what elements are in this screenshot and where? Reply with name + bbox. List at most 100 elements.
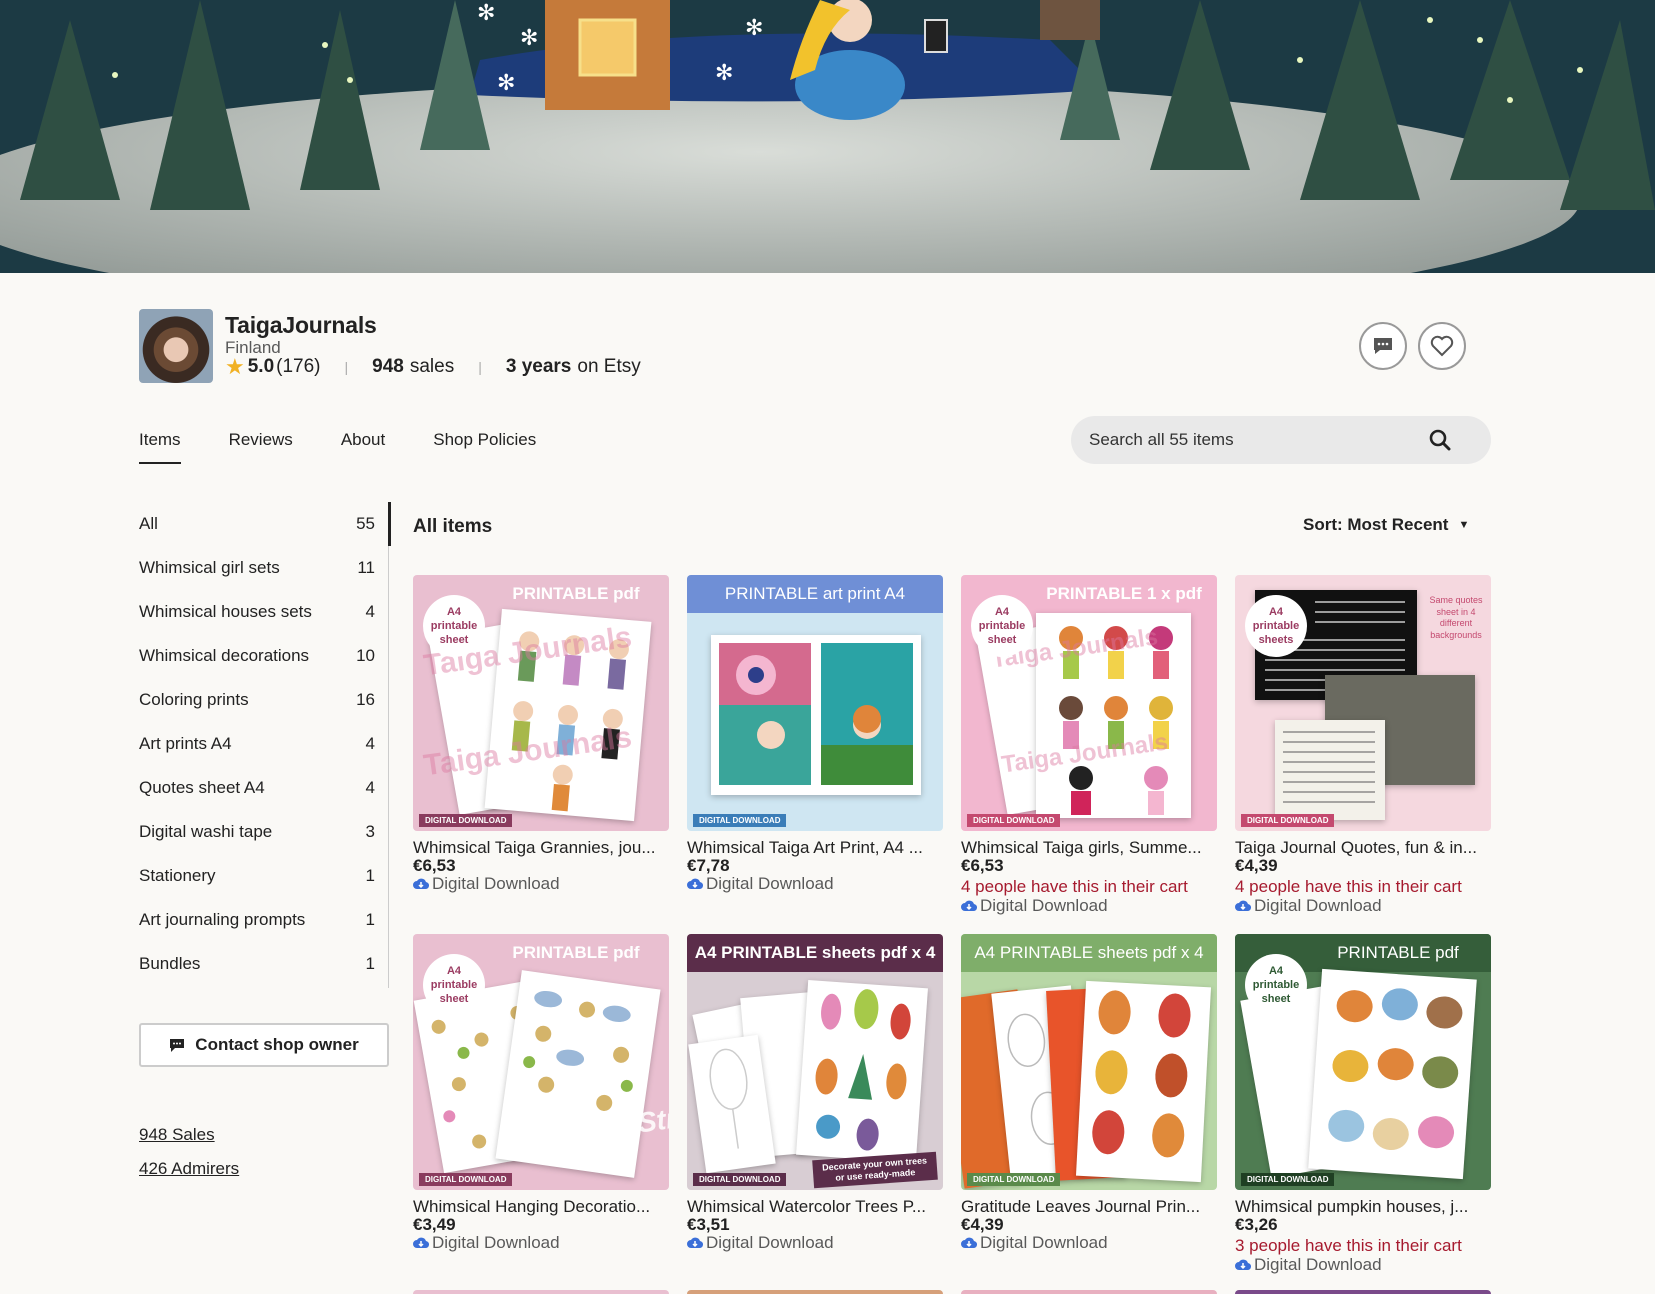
a4-badge: A4 printable sheet	[423, 595, 485, 657]
art-print-illustration	[719, 643, 913, 785]
svg-text:✻: ✻	[715, 61, 733, 86]
search-input[interactable]	[1089, 430, 1419, 450]
listing-thumbnail[interactable]: A4 PRINTABLE sheets pdf x 4 Decorate you…	[687, 934, 943, 1190]
listing-title[interactable]: Whimsical Hanging Decoratio...	[413, 1197, 669, 1216]
category-whimsical-houses-sets[interactable]: Whimsical houses sets 4	[139, 590, 389, 634]
tab-items[interactable]: Items	[139, 430, 181, 464]
favorite-shop-button[interactable]	[1418, 322, 1466, 370]
digital-download-tag: DIGITAL DOWNLOAD	[693, 1173, 787, 1186]
contact-shop-owner-button[interactable]: Contact shop owner	[139, 1023, 389, 1067]
listing-card[interactable]: A4 PRINTABLE sheets pdf x 4 DIGITAL DOWN…	[961, 934, 1217, 1252]
admirers-link[interactable]: 426 Admirers	[139, 1159, 239, 1179]
category-coloring-prints[interactable]: Coloring prints 16	[139, 678, 389, 722]
listing-title[interactable]: Taiga Journal Quotes, fun & in...	[1235, 838, 1491, 857]
digital-download-tag: DIGITAL DOWNLOAD	[967, 1173, 1061, 1186]
listing-thumbnail-partial[interactable]	[687, 1290, 943, 1294]
category-count: 4	[365, 734, 375, 753]
listing-thumbnail[interactable]: PRINTABLE art print A4 DIGITAL DOWNLOAD	[687, 575, 943, 831]
shop-rating[interactable]: 5.0	[248, 356, 274, 378]
shop-owner-avatar[interactable]	[139, 309, 213, 383]
category-art-prints-a4[interactable]: Art prints A4 4	[139, 722, 389, 766]
category-count: 1	[365, 866, 375, 885]
listing-card[interactable]: PRINTABLE art print A4 DIGITAL DOWNLOAD …	[687, 575, 943, 893]
category-digital-washi-tape[interactable]: Digital washi tape 3	[139, 810, 389, 854]
category-sidebar: All 55 Whimsical girl sets 11 Whimsical ho…	[139, 502, 391, 988]
heart-icon	[1430, 335, 1454, 357]
download-text: Digital Download	[432, 874, 560, 893]
listing-price: €7,78	[687, 856, 730, 875]
category-bundles[interactable]: Bundles 1	[139, 942, 389, 986]
sheet-image	[1308, 968, 1477, 1180]
message-shop-button[interactable]	[1359, 322, 1407, 370]
listing-title[interactable]: Whimsical Watercolor Trees P...	[687, 1197, 943, 1216]
listing-card[interactable]: PRINTABLE pdf Taiga Journals Taiga Journ…	[413, 575, 669, 893]
listing-thumbnail[interactable]: PRINTABLE pdf Taiga Journals Taiga Journ…	[413, 575, 669, 831]
badge-text: A4 printable sheet	[430, 605, 478, 647]
category-whimsical-decorations[interactable]: Whimsical decorations 10	[139, 634, 389, 678]
listing-price: €4,39	[961, 1215, 1004, 1234]
listing-thumbnail-partial[interactable]	[1235, 1290, 1491, 1294]
listing-title[interactable]: Whimsical Taiga Art Print, A4 ...	[687, 838, 943, 857]
category-label: Whimsical decorations	[139, 646, 310, 665]
digital-download-label: Digital Download	[1235, 897, 1491, 915]
sort-label: Sort: Most Recent	[1303, 515, 1449, 534]
listing-title[interactable]: Gratitude Leaves Journal Prin...	[961, 1197, 1217, 1216]
digital-download-tag: DIGITAL DOWNLOAD	[419, 1173, 513, 1186]
listing-price: €4,39	[1235, 856, 1278, 875]
category-whimsical-girl-sets[interactable]: Whimsical girl sets 11	[139, 546, 389, 590]
download-text: Digital Download	[432, 1233, 560, 1252]
digital-download-label: Digital Download	[687, 1234, 943, 1252]
category-quotes-sheet-a4[interactable]: Quotes sheet A4 4	[139, 766, 389, 810]
category-art-journaling-prompts[interactable]: Art journaling prompts 1	[139, 898, 389, 942]
listing-card[interactable]: PRINTABLE pdf A4 printable sheet DIGITAL…	[1235, 934, 1491, 1274]
cart-urgency-note: 4 people have this in their cart	[961, 877, 1188, 896]
badge-text: A4 printable sheet	[978, 605, 1026, 647]
listing-thumbnail[interactable]: PRINTABLE pdf Whimsy Strings A4 printabl…	[413, 934, 669, 1190]
shop-header: TaigaJournals Finland ★ 5.0 (176) | 948 …	[139, 309, 1491, 383]
category-all[interactable]: All 55	[139, 502, 389, 546]
listing-card[interactable]: A4 PRINTABLE sheets pdf x 4 Decorate you…	[687, 934, 943, 1252]
download-text: Digital Download	[706, 874, 834, 893]
digital-download-tag: DIGITAL DOWNLOAD	[1241, 814, 1335, 827]
listing-thumbnail[interactable]: PRINTABLE 1 x pdf Taiga Journals Taiga J…	[961, 575, 1217, 831]
digital-download-label: Digital Download	[687, 875, 943, 893]
category-label: Art prints A4	[139, 734, 232, 753]
listing-title[interactable]: Whimsical Taiga Grannies, jou...	[413, 838, 669, 857]
sheet-image	[1275, 720, 1385, 820]
listing-thumbnail[interactable]: PRINTABLE pdf A4 printable sheet DIGITAL…	[1235, 934, 1491, 1190]
autumn-leaves-illustration	[1092, 990, 1191, 1158]
listing-price: €3,49	[413, 1215, 456, 1234]
svg-text:✻: ✻	[745, 16, 763, 41]
listing-thumbnail-partial[interactable]	[413, 1290, 669, 1294]
divider: |	[478, 359, 482, 375]
tab-about[interactable]: About	[341, 430, 385, 464]
category-label: Quotes sheet A4	[139, 778, 265, 797]
listing-thumbnail[interactable]: Same quotes sheet in 4 different backgro…	[1235, 575, 1491, 831]
rating-count[interactable]: (176)	[276, 356, 320, 378]
listing-title[interactable]: Whimsical pumpkin houses, j...	[1235, 1197, 1491, 1216]
listing-card[interactable]: PRINTABLE 1 x pdf Taiga Journals Taiga J…	[961, 575, 1217, 915]
shop-name[interactable]: TaigaJournals	[225, 312, 377, 339]
digital-download-label: Digital Download	[413, 1234, 669, 1252]
thumb-banner-text: A4 PRINTABLE sheets pdf x 4	[961, 934, 1217, 972]
sheet-image	[711, 635, 921, 795]
sort-dropdown[interactable]: Sort: Most Recent ▼	[1303, 515, 1469, 535]
listing-card[interactable]: PRINTABLE pdf Whimsy Strings A4 printabl…	[413, 934, 669, 1252]
category-label: Stationery	[139, 866, 216, 885]
listing-card[interactable]: Same quotes sheet in 4 different backgro…	[1235, 575, 1491, 915]
a4-badge: A4 printable sheets	[1245, 595, 1307, 657]
tab-shop-policies[interactable]: Shop Policies	[433, 430, 536, 464]
download-text: Digital Download	[980, 896, 1108, 915]
tab-reviews[interactable]: Reviews	[229, 430, 293, 464]
winter-forest-illustration: ✻ ✻ ✻ ✻ ✻	[0, 0, 1655, 273]
search-icon[interactable]	[1429, 429, 1451, 451]
listing-thumbnail[interactable]: A4 PRINTABLE sheets pdf x 4 DIGITAL DOWN…	[961, 934, 1217, 1190]
cart-urgency-note: 3 people have this in their cart	[1235, 1236, 1462, 1255]
category-count: 16	[356, 690, 375, 709]
category-stationery[interactable]: Stationery 1	[139, 854, 389, 898]
listing-thumbnail-partial[interactable]	[961, 1290, 1217, 1294]
category-count: 10	[356, 646, 375, 665]
category-label: Digital washi tape	[139, 822, 273, 841]
listing-title[interactable]: Whimsical Taiga girls, Summe...	[961, 838, 1217, 857]
sales-link[interactable]: 948 Sales	[139, 1125, 215, 1145]
